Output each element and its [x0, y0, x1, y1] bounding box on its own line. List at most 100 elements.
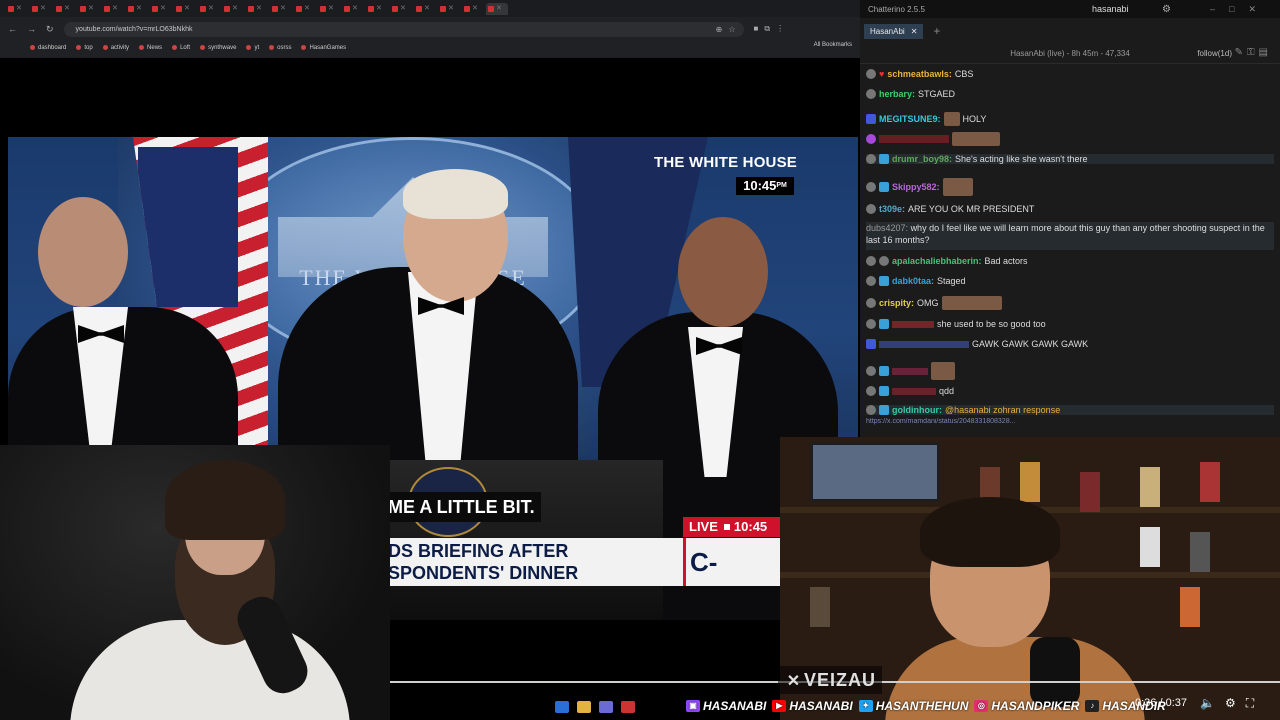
browser-tab[interactable]: ✕ — [342, 3, 364, 15]
browser-tab[interactable]: ✕ — [30, 3, 52, 15]
gear-icon[interactable]: ⚙ — [1162, 4, 1171, 15]
badge-icon — [866, 319, 876, 329]
close-icon[interactable]: ✕ — [496, 5, 502, 12]
browser-tab-active[interactable]: ✕ — [486, 2, 508, 15]
username[interactable]: MEGITSUNE9: — [879, 114, 941, 124]
add-tab-icon[interactable]: + — [933, 24, 940, 38]
browser-tab[interactable]: ✕ — [174, 3, 196, 15]
close-icon[interactable]: ✕ — [911, 27, 918, 36]
browser-tab[interactable]: ✕ — [438, 3, 460, 15]
message-text: qdd — [939, 386, 955, 396]
browser-tab[interactable]: ✕ — [318, 3, 340, 15]
username[interactable]: herbary: — [879, 89, 915, 99]
close-icon[interactable]: ✕ — [328, 5, 334, 12]
twitch-icon: ▣ — [686, 700, 700, 712]
close-icon: ✕ — [786, 673, 802, 690]
username-redacted[interactable] — [892, 320, 934, 328]
bookmark[interactable]: top — [76, 45, 93, 51]
instagram-icon: ◎ — [974, 700, 989, 712]
browser-tab[interactable]: ✕ — [102, 3, 124, 15]
close-icon[interactable]: ✕ — [472, 5, 478, 12]
username[interactable]: Skippy582: — [892, 182, 940, 192]
forward-icon[interactable]: → — [27, 24, 36, 34]
elapsed-time: 0:36 — [1135, 697, 1157, 709]
username[interactable]: crispity: — [879, 298, 914, 308]
close-icon[interactable]: ✕ — [304, 5, 310, 12]
username[interactable]: drumr_boy98: — [892, 154, 952, 164]
username-redacted[interactable] — [879, 135, 949, 143]
username[interactable]: dabk0taa: — [892, 276, 934, 286]
window-controls[interactable]: –□✕ — [1210, 4, 1270, 15]
browser-tab[interactable]: ✕ — [222, 3, 244, 15]
browser-tab[interactable]: ✕ — [366, 3, 388, 15]
close-icon[interactable]: ✕ — [208, 5, 214, 12]
username-redacted[interactable] — [879, 340, 969, 348]
extension-icon[interactable]: ■ — [754, 24, 759, 34]
username[interactable]: dubs4207: — [866, 223, 908, 233]
browser-tab[interactable]: ✕ — [462, 3, 484, 15]
close-icon[interactable]: ✕ — [424, 5, 430, 12]
close-icon[interactable]: ✕ — [184, 5, 190, 12]
close-icon[interactable]: ✕ — [448, 5, 454, 12]
star-icon[interactable]: ☆ — [728, 22, 735, 37]
username-redacted[interactable] — [892, 367, 928, 375]
app-icon[interactable] — [621, 701, 635, 713]
username[interactable]: t309e: — [879, 204, 905, 214]
close-icon[interactable]: ✕ — [280, 5, 286, 12]
close-icon[interactable]: ✕ — [256, 5, 262, 12]
browser-toolbar: ← → ↻ youtube.com/watch?v=mrLO63bNkhk ⊕ ☆… — [0, 18, 860, 40]
bookmark[interactable]: Loft — [172, 45, 190, 51]
bookmark[interactable]: yt — [246, 45, 259, 51]
browser-tab[interactable]: ✕ — [390, 3, 412, 15]
settings-icon[interactable]: ⚙ — [1225, 696, 1236, 711]
all-bookmarks[interactable]: All Bookmarks — [814, 42, 852, 48]
close-icon[interactable]: ✕ — [88, 5, 94, 12]
address-bar[interactable]: youtube.com/watch?v=mrLO63bNkhk ⊕ ☆ — [63, 21, 744, 37]
browser-tab[interactable]: ✕ — [150, 3, 172, 15]
start-icon[interactable] — [555, 701, 569, 713]
browser-tab[interactable]: ✕ — [6, 3, 28, 15]
close-icon[interactable]: ✕ — [64, 5, 70, 12]
bookmark[interactable]: News — [139, 45, 162, 51]
close-icon[interactable]: ✕ — [160, 5, 166, 12]
reload-icon[interactable]: ↻ — [46, 24, 54, 35]
close-icon[interactable]: ✕ — [16, 5, 22, 12]
username-redacted[interactable] — [892, 387, 936, 395]
close-icon[interactable]: ✕ — [376, 5, 382, 12]
browser-tab[interactable]: ✕ — [414, 3, 436, 15]
username[interactable]: schmeatbawls: — [887, 69, 952, 79]
account-name[interactable]: hasanabi — [1092, 4, 1129, 14]
username[interactable]: apalachaliebhaberin: — [892, 256, 982, 266]
browser-tab[interactable]: ✕ — [294, 3, 316, 15]
close-icon[interactable]: ✕ — [232, 5, 238, 12]
bookmark[interactable]: synthwave — [200, 45, 236, 51]
volume-icon[interactable]: 🔈 — [1200, 696, 1215, 711]
browser-tab[interactable]: ✕ — [246, 3, 268, 15]
channel-tools[interactable]: ✎⚿▤ — [1235, 47, 1272, 58]
tab-hasanabi[interactable]: HasanAbi ✕ — [864, 23, 924, 39]
install-icon[interactable]: ⊕ — [716, 22, 723, 37]
close-icon[interactable]: ✕ — [40, 5, 46, 12]
close-icon[interactable]: ✕ — [352, 5, 358, 12]
app-icon[interactable] — [599, 701, 613, 713]
chat-input-preview[interactable]: https://x.com/mamdani/status/20483318083… — [860, 418, 1280, 432]
folder-icon[interactable] — [577, 701, 591, 713]
close-icon[interactable]: ✕ — [112, 5, 118, 12]
close-icon[interactable]: ✕ — [136, 5, 142, 12]
browser-tab[interactable]: ✕ — [198, 3, 220, 15]
bookmark[interactable]: osrss — [269, 45, 291, 51]
browser-tab[interactable]: ✕ — [270, 3, 292, 15]
close-icon[interactable]: ✕ — [400, 5, 406, 12]
menu-icon[interactable]: ⋮ — [776, 24, 784, 34]
fullscreen-icon[interactable]: ⛶ — [1246, 696, 1254, 711]
back-icon[interactable]: ← — [8, 24, 17, 34]
browser-tab[interactable]: ✕ — [126, 3, 148, 15]
extensions-icon[interactable]: ⧉ — [764, 24, 770, 34]
bookmark[interactable]: activity — [102, 45, 129, 51]
bookmark[interactable]: dashboard — [30, 45, 66, 51]
bookmark[interactable]: HasanGames — [301, 45, 346, 51]
username[interactable]: goldinhour: — [892, 405, 942, 415]
browser-tab[interactable]: ✕ — [54, 3, 76, 15]
browser-tab[interactable]: ✕ — [78, 3, 100, 15]
streamer-hair — [165, 460, 285, 540]
